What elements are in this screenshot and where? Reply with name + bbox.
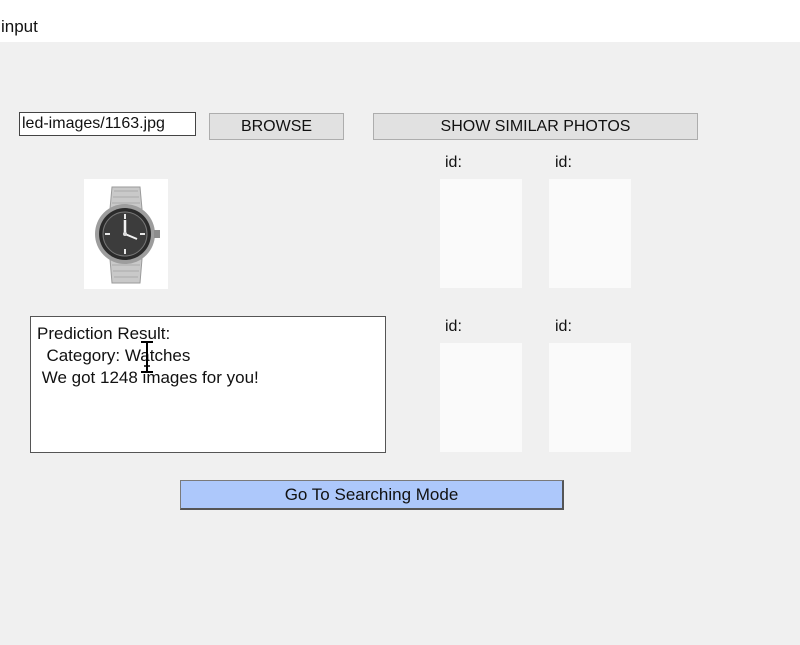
similar-id-label-1: id: bbox=[445, 154, 462, 171]
query-image-watch bbox=[84, 179, 168, 289]
prediction-count: We got 1248 images for you! bbox=[37, 368, 259, 387]
browse-button[interactable]: BROWSE bbox=[209, 113, 344, 140]
prediction-result-box[interactable]: Prediction Result: Category: Watches We … bbox=[30, 316, 386, 453]
window-title: input bbox=[1, 17, 38, 36]
similar-id-label-4: id: bbox=[555, 318, 572, 335]
watch-icon bbox=[84, 179, 168, 289]
prediction-title: Prediction Result: bbox=[37, 324, 171, 343]
similar-photo-slot-2[interactable] bbox=[549, 179, 631, 288]
file-path-input[interactable]: led-images/1163.jpg bbox=[19, 112, 196, 136]
similar-photo-slot-3[interactable] bbox=[440, 343, 522, 452]
similar-photo-slot-4[interactable] bbox=[549, 343, 631, 452]
go-to-searching-mode-button[interactable]: Go To Searching Mode bbox=[180, 480, 564, 510]
prediction-category: Category: Watches bbox=[37, 346, 191, 365]
show-similar-photos-button[interactable]: SHOW SIMILAR PHOTOS bbox=[373, 113, 698, 140]
text-cursor-icon bbox=[141, 341, 153, 373]
similar-photo-slot-1[interactable] bbox=[440, 179, 522, 288]
similar-id-label-2: id: bbox=[555, 154, 572, 171]
similar-id-label-3: id: bbox=[445, 318, 462, 335]
file-path-value: led-images/1163.jpg bbox=[22, 115, 165, 132]
title-bar: input bbox=[0, 0, 800, 42]
